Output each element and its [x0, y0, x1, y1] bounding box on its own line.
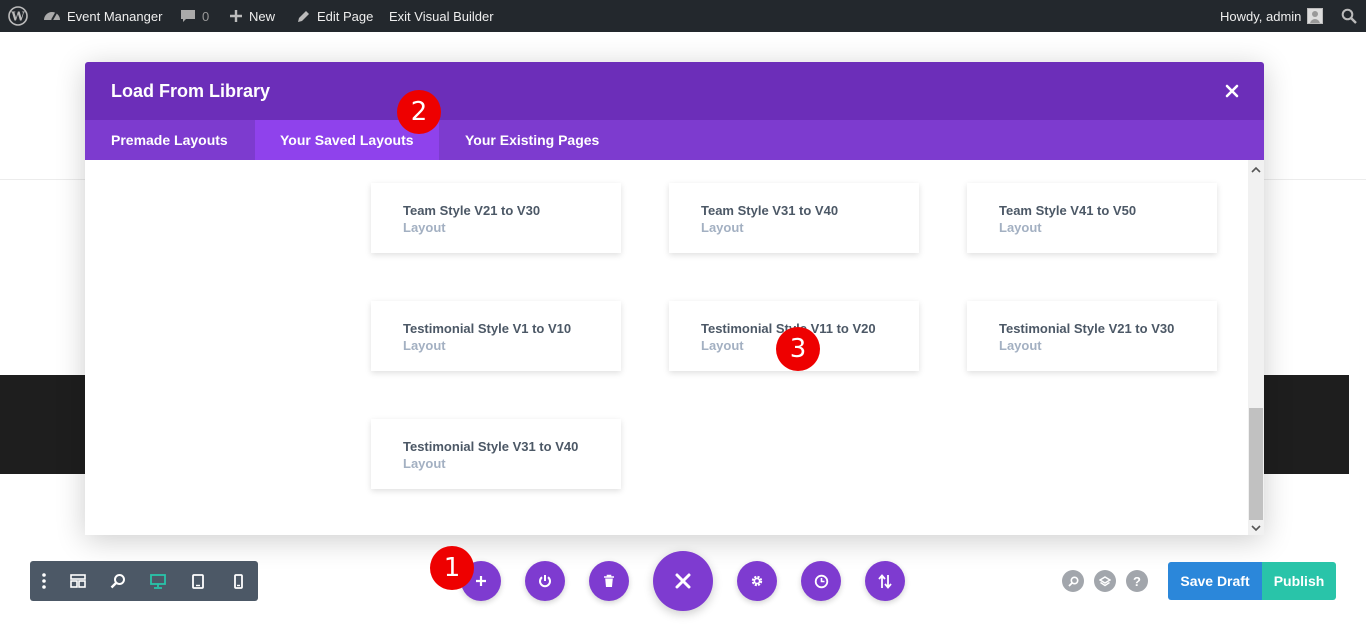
dashboard-icon [44, 12, 60, 21]
annotation-marker-2: 2 [397, 90, 441, 134]
more-options-button[interactable] [30, 561, 58, 601]
comments-menu[interactable]: 0 [180, 0, 209, 32]
scroll-up-arrow-icon[interactable] [1248, 162, 1264, 176]
wordpress-logo-icon[interactable]: W [8, 0, 28, 32]
layout-card[interactable]: Testimonial Style V31 to V40 Layout [371, 419, 621, 489]
library-tabs: Premade Layouts Your Saved Layouts Your … [85, 120, 1264, 160]
view-mode-toolbar [30, 561, 258, 601]
layout-card[interactable]: Team Style V31 to V40 Layout [669, 183, 919, 253]
exit-builder-label: Exit Visual Builder [389, 8, 494, 24]
phone-view-button[interactable] [218, 561, 258, 601]
layout-card[interactable]: Team Style V41 to V50 Layout [967, 183, 1217, 253]
plus-icon [476, 576, 486, 586]
admin-bar: W Event Mananger 0 New Edit Page Exit Vi… [0, 0, 1366, 32]
phone-icon [233, 573, 243, 589]
layout-title: Team Style V31 to V40 [701, 203, 839, 218]
zoom-view-button[interactable] [98, 561, 138, 601]
layout-title: Testimonial Style V21 to V30 [999, 321, 1175, 336]
modal-scrollbar[interactable] [1248, 160, 1264, 535]
layout-title: Team Style V21 to V30 [403, 203, 541, 218]
avatar [1307, 8, 1324, 24]
annotation-marker-3: 3 [776, 327, 820, 371]
modal-title: Load From Library [111, 81, 271, 101]
layout-title: Testimonial Style V1 to V10 [403, 321, 572, 336]
publish-label: Publish [1273, 573, 1325, 589]
load-from-library-modal: Load From Library Premade Layouts Your S… [85, 62, 1264, 535]
clear-layout-button[interactable] [589, 561, 629, 601]
power-button[interactable] [525, 561, 565, 601]
layout-type: Layout [999, 338, 1042, 353]
help-button[interactable]: ? [1126, 570, 1148, 592]
marker-number: 3 [789, 334, 807, 364]
site-name: Event Mananger [67, 8, 163, 24]
tab-your-existing-pages[interactable]: Your Existing Pages [439, 120, 639, 160]
pencil-icon [298, 10, 309, 22]
layout-card[interactable]: Testimonial Style V21 to V30 Layout [967, 301, 1217, 371]
gear-icon [751, 575, 763, 587]
modal-close-button[interactable] [1218, 77, 1246, 105]
trash-icon [604, 574, 614, 587]
wireframe-icon [70, 574, 86, 588]
close-icon [675, 573, 691, 589]
search-icon [1341, 8, 1357, 24]
layout-type: Layout [701, 220, 744, 235]
layout-type: Layout [999, 220, 1042, 235]
layout-card[interactable]: Team Style V21 to V30 Layout [371, 183, 621, 253]
tab-label: Your Saved Layouts [280, 132, 414, 148]
plus-icon [230, 10, 242, 22]
layout-type: Layout [403, 220, 446, 235]
scroll-down-arrow-icon[interactable] [1248, 521, 1264, 535]
builder-close-button[interactable] [653, 551, 713, 611]
help-icon: ? [1133, 573, 1141, 589]
desktop-icon [150, 573, 166, 589]
tab-premade-layouts[interactable]: Premade Layouts [85, 120, 255, 160]
layers-icon [1099, 575, 1111, 586]
close-icon [1225, 84, 1239, 98]
history-icon [814, 574, 828, 588]
power-icon [539, 575, 551, 588]
wireframe-view-button[interactable] [58, 561, 98, 601]
marker-number: 1 [443, 553, 461, 583]
annotation-marker-1: 1 [430, 546, 474, 590]
desktop-view-button[interactable] [138, 561, 178, 601]
layouts-grid: Team Style V21 to V30 Layout Team Style … [85, 160, 1264, 535]
layers-button[interactable] [1094, 570, 1116, 592]
search-icon [1067, 575, 1079, 587]
find-button[interactable] [1062, 570, 1084, 592]
tablet-icon [192, 573, 204, 589]
zoom-icon [110, 574, 125, 589]
layout-type: Layout [403, 338, 446, 353]
more-vertical-icon [42, 573, 46, 589]
layout-title: Testimonial Style V31 to V40 [403, 439, 579, 454]
howdy-text: Howdy, admin [1220, 8, 1302, 24]
svg-text:W: W [10, 10, 25, 24]
page-settings-button[interactable] [737, 561, 777, 601]
scrollbar-thumb[interactable] [1249, 408, 1263, 520]
layout-type: Layout [701, 338, 744, 353]
tab-label: Your Existing Pages [465, 132, 600, 148]
site-name-menu[interactable]: Event Mananger [43, 0, 162, 32]
history-button[interactable] [801, 561, 841, 601]
layout-title: Team Style V41 to V50 [999, 203, 1137, 218]
admin-search-button[interactable] [1341, 0, 1357, 32]
edit-page-link[interactable]: Edit Page [296, 0, 373, 32]
new-content-menu[interactable]: New [229, 0, 275, 32]
sort-icon [878, 573, 892, 589]
modal-header: Load From Library [85, 62, 1264, 120]
comment-icon [181, 10, 195, 22]
tab-label: Premade Layouts [111, 132, 228, 148]
comments-count: 0 [202, 8, 210, 24]
save-draft-button[interactable]: Save Draft [1168, 562, 1262, 600]
tablet-view-button[interactable] [178, 561, 218, 601]
publish-button[interactable]: Publish [1262, 562, 1336, 600]
my-account-menu[interactable]: Howdy, admin [1220, 0, 1324, 32]
save-draft-label: Save Draft [1180, 573, 1250, 589]
marker-number: 2 [410, 97, 428, 127]
exit-visual-builder-link[interactable]: Exit Visual Builder [389, 0, 494, 32]
layout-type: Layout [403, 456, 446, 471]
edit-page-label: Edit Page [317, 8, 374, 24]
layout-card[interactable]: Testimonial Style V1 to V10 Layout [371, 301, 621, 371]
portability-button[interactable] [865, 561, 905, 601]
new-label: New [249, 8, 276, 24]
